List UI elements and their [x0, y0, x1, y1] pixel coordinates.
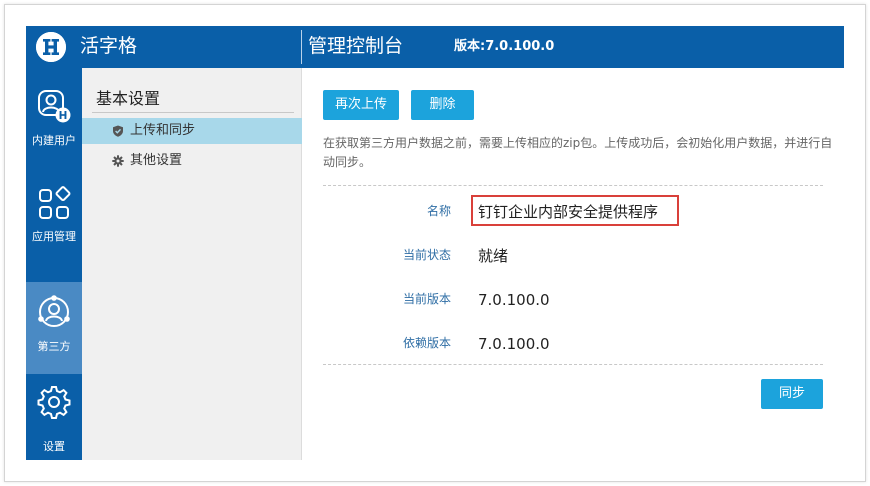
console-title: 管理控制台 [308, 35, 404, 57]
main-panel: 再次上传 删除 在获取第三方用户数据之前，需要上传相应的zip包。上传成功后，会… [303, 68, 844, 460]
brand-logo-icon [36, 32, 66, 62]
top-bar: 活字格 管理控制台 版本:7.0.100.0 [26, 26, 844, 68]
name-highlight-box [471, 195, 679, 226]
apps-grid-icon [39, 186, 71, 219]
nav-item-third-party[interactable]: 第三方 [26, 282, 82, 374]
nav-label-app-management: 应用管理 [32, 230, 76, 243]
subnav-label-other-settings: 其他设置 [130, 153, 183, 168]
subnav-divider [92, 112, 294, 113]
sync-button[interactable]: 同步 [761, 379, 823, 409]
nav-item-settings[interactable]: 设置 [26, 378, 82, 470]
main-navbar: 内建用户 应用管理 第三方 设置 [26, 68, 82, 460]
field-label-status: 当前状态 [402, 248, 451, 262]
subnav-item-upload-sync[interactable]: 上传和同步 [82, 118, 302, 144]
topbar-divider [301, 30, 302, 64]
upload-description: 在获取第三方用户数据之前，需要上传相应的zip包。上传成功后，会初始化用户数据，… [323, 136, 833, 169]
nav-item-builtin-users[interactable]: 内建用户 [26, 80, 82, 172]
field-label-name: 名称 [426, 204, 451, 218]
field-value-dependency-version: 7.0.100.0 [478, 335, 550, 353]
reupload-button[interactable]: 再次上传 [323, 90, 399, 120]
section-divider-bottom [323, 364, 823, 365]
third-party-icon [38, 295, 70, 327]
subnav-item-other-settings[interactable]: 其他设置 [82, 148, 302, 174]
delete-button[interactable]: 删除 [411, 90, 474, 120]
field-label-dependency-version: 依赖版本 [402, 336, 451, 350]
nav-label-third-party: 第三方 [37, 340, 71, 353]
field-value-status: 就绪 [478, 247, 509, 265]
admin-console: 活字格 管理控制台 版本:7.0.100.0 内建用户 应用管理 第三方 设置 … [26, 26, 844, 460]
section-divider-top [323, 185, 823, 186]
app-brand: 活字格 [80, 35, 138, 57]
nav-item-app-management[interactable]: 应用管理 [26, 186, 82, 278]
user-h-icon [38, 90, 71, 123]
field-value-current-version: 7.0.100.0 [478, 291, 550, 309]
subnav-label-upload-sync: 上传和同步 [130, 123, 196, 138]
subnav-title: 基本设置 [96, 89, 161, 108]
nav-label-settings: 设置 [43, 440, 65, 453]
field-label-current-version: 当前版本 [402, 292, 451, 306]
nav-label-builtin-users: 内建用户 [32, 134, 76, 147]
gear-icon [37, 386, 71, 419]
shield-icon [113, 125, 123, 137]
cog-icon [112, 155, 124, 167]
settings-subnav: 基本设置 上传和同步 其他设置 [82, 68, 302, 460]
version-label: 版本:7.0.100.0 [454, 39, 555, 54]
